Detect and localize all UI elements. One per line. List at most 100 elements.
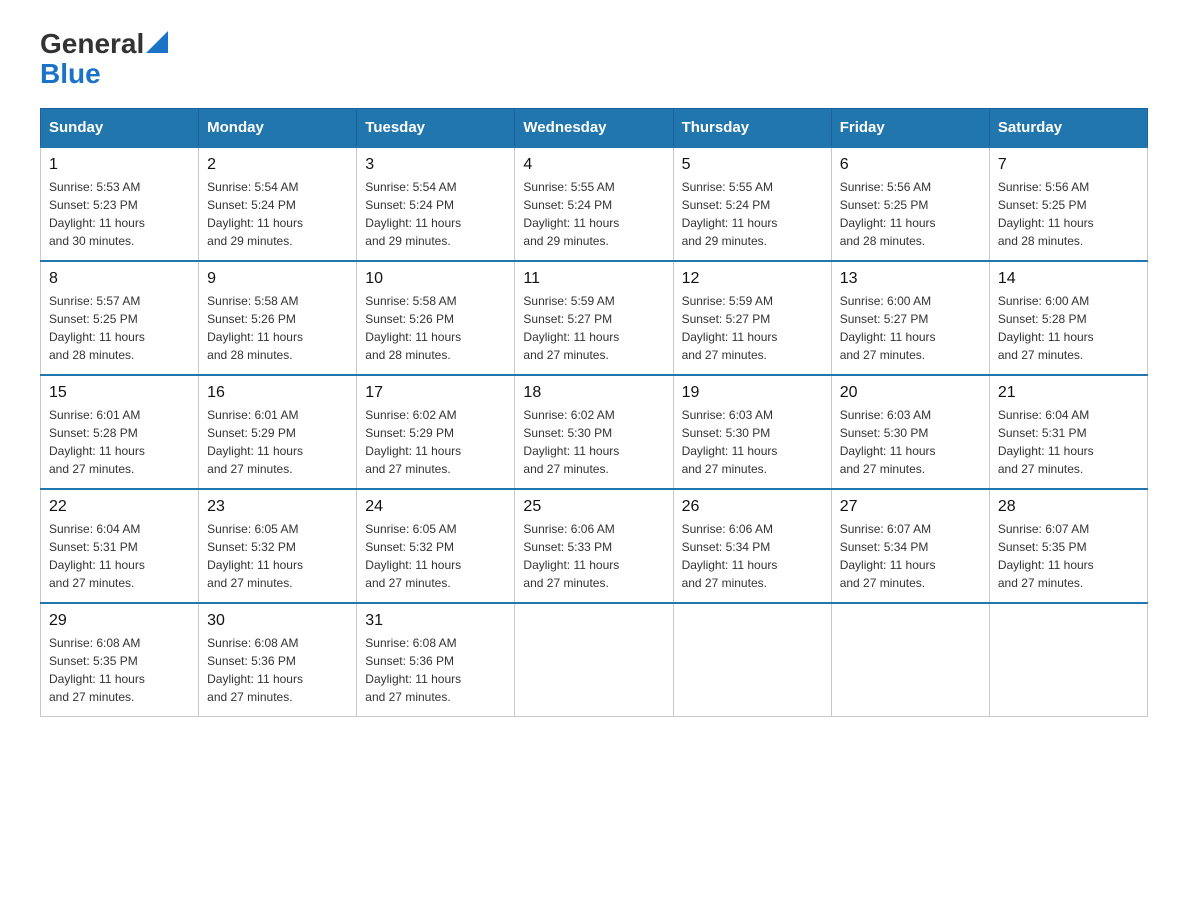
calendar-cell: 22 Sunrise: 6:04 AMSunset: 5:31 PMDayligh… bbox=[41, 489, 199, 603]
column-header-sunday: Sunday bbox=[41, 109, 199, 148]
day-info: Sunrise: 5:54 AMSunset: 5:24 PMDaylight:… bbox=[365, 178, 506, 250]
day-info: Sunrise: 6:00 AMSunset: 5:27 PMDaylight:… bbox=[840, 292, 981, 364]
day-info: Sunrise: 5:58 AMSunset: 5:26 PMDaylight:… bbox=[365, 292, 506, 364]
day-number: 3 bbox=[365, 156, 506, 174]
calendar-cell: 16 Sunrise: 6:01 AMSunset: 5:29 PMDayligh… bbox=[199, 375, 357, 489]
calendar-cell: 1 Sunrise: 5:53 AMSunset: 5:23 PMDaylight… bbox=[41, 147, 199, 261]
day-number: 18 bbox=[523, 384, 664, 402]
day-info: Sunrise: 5:57 AMSunset: 5:25 PMDaylight:… bbox=[49, 292, 190, 364]
day-number: 4 bbox=[523, 156, 664, 174]
day-number: 6 bbox=[840, 156, 981, 174]
day-info: Sunrise: 6:06 AMSunset: 5:33 PMDaylight:… bbox=[523, 520, 664, 592]
day-info: Sunrise: 6:07 AMSunset: 5:35 PMDaylight:… bbox=[998, 520, 1139, 592]
calendar-cell: 24 Sunrise: 6:05 AMSunset: 5:32 PMDayligh… bbox=[357, 489, 515, 603]
calendar-cell: 27 Sunrise: 6:07 AMSunset: 5:34 PMDayligh… bbox=[831, 489, 989, 603]
column-header-tuesday: Tuesday bbox=[357, 109, 515, 148]
calendar-cell bbox=[831, 603, 989, 717]
calendar-cell: 18 Sunrise: 6:02 AMSunset: 5:30 PMDayligh… bbox=[515, 375, 673, 489]
calendar-week-row: 29Sunrise: 6:08 AMSunset: 5:35 PMDayligh… bbox=[41, 603, 1148, 717]
calendar-cell: 26Sunrise: 6:06 AMSunset: 5:34 PMDayligh… bbox=[673, 489, 831, 603]
calendar-cell: 19 Sunrise: 6:03 AMSunset: 5:30 PMDayligh… bbox=[673, 375, 831, 489]
calendar-cell: 8 Sunrise: 5:57 AMSunset: 5:25 PMDaylight… bbox=[41, 261, 199, 375]
calendar-cell: 3 Sunrise: 5:54 AMSunset: 5:24 PMDaylight… bbox=[357, 147, 515, 261]
calendar-cell: 11Sunrise: 5:59 AMSunset: 5:27 PMDayligh… bbox=[515, 261, 673, 375]
logo-general-text: General bbox=[40, 30, 144, 58]
day-info: Sunrise: 6:08 AMSunset: 5:36 PMDaylight:… bbox=[365, 634, 506, 706]
calendar-cell bbox=[515, 603, 673, 717]
day-info: Sunrise: 5:54 AMSunset: 5:24 PMDaylight:… bbox=[207, 178, 348, 250]
calendar-cell: 29Sunrise: 6:08 AMSunset: 5:35 PMDayligh… bbox=[41, 603, 199, 717]
day-info: Sunrise: 5:56 AMSunset: 5:25 PMDaylight:… bbox=[998, 178, 1139, 250]
day-number: 26 bbox=[682, 498, 823, 516]
day-info: Sunrise: 6:04 AMSunset: 5:31 PMDaylight:… bbox=[49, 520, 190, 592]
day-info: Sunrise: 6:08 AMSunset: 5:36 PMDaylight:… bbox=[207, 634, 348, 706]
day-number: 11 bbox=[523, 270, 664, 288]
day-info: Sunrise: 6:07 AMSunset: 5:34 PMDaylight:… bbox=[840, 520, 981, 592]
day-number: 22 bbox=[49, 498, 190, 516]
column-header-saturday: Saturday bbox=[989, 109, 1147, 148]
day-info: Sunrise: 6:02 AMSunset: 5:29 PMDaylight:… bbox=[365, 406, 506, 478]
day-number: 16 bbox=[207, 384, 348, 402]
calendar-cell: 7 Sunrise: 5:56 AMSunset: 5:25 PMDaylight… bbox=[989, 147, 1147, 261]
calendar-week-row: 1 Sunrise: 5:53 AMSunset: 5:23 PMDaylight… bbox=[41, 147, 1148, 261]
day-number: 9 bbox=[207, 270, 348, 288]
day-number: 10 bbox=[365, 270, 506, 288]
day-info: Sunrise: 6:02 AMSunset: 5:30 PMDaylight:… bbox=[523, 406, 664, 478]
day-number: 27 bbox=[840, 498, 981, 516]
calendar-cell: 21 Sunrise: 6:04 AMSunset: 5:31 PMDayligh… bbox=[989, 375, 1147, 489]
calendar-cell bbox=[673, 603, 831, 717]
day-info: Sunrise: 6:05 AMSunset: 5:32 PMDaylight:… bbox=[207, 520, 348, 592]
day-info: Sunrise: 6:00 AMSunset: 5:28 PMDaylight:… bbox=[998, 292, 1139, 364]
day-number: 8 bbox=[49, 270, 190, 288]
day-number: 14 bbox=[998, 270, 1139, 288]
day-number: 30 bbox=[207, 612, 348, 630]
day-info: Sunrise: 6:03 AMSunset: 5:30 PMDaylight:… bbox=[682, 406, 823, 478]
calendar-cell: 17 Sunrise: 6:02 AMSunset: 5:29 PMDayligh… bbox=[357, 375, 515, 489]
calendar-cell: 15Sunrise: 6:01 AMSunset: 5:28 PMDayligh… bbox=[41, 375, 199, 489]
calendar-cell: 28 Sunrise: 6:07 AMSunset: 5:35 PMDayligh… bbox=[989, 489, 1147, 603]
column-header-wednesday: Wednesday bbox=[515, 109, 673, 148]
day-number: 25 bbox=[523, 498, 664, 516]
calendar-header-row: SundayMondayTuesdayWednesdayThursdayFrid… bbox=[41, 109, 1148, 148]
calendar-cell: 14 Sunrise: 6:00 AMSunset: 5:28 PMDayligh… bbox=[989, 261, 1147, 375]
calendar-cell: 4 Sunrise: 5:55 AMSunset: 5:24 PMDaylight… bbox=[515, 147, 673, 261]
calendar-cell: 5Sunrise: 5:55 AMSunset: 5:24 PMDaylight… bbox=[673, 147, 831, 261]
calendar-cell bbox=[989, 603, 1147, 717]
column-header-monday: Monday bbox=[199, 109, 357, 148]
day-number: 2 bbox=[207, 156, 348, 174]
day-info: Sunrise: 6:03 AMSunset: 5:30 PMDaylight:… bbox=[840, 406, 981, 478]
logo: General Blue bbox=[40, 30, 168, 88]
day-number: 29 bbox=[49, 612, 190, 630]
calendar-cell: 25 Sunrise: 6:06 AMSunset: 5:33 PMDayligh… bbox=[515, 489, 673, 603]
day-number: 7 bbox=[998, 156, 1139, 174]
day-info: Sunrise: 5:58 AMSunset: 5:26 PMDaylight:… bbox=[207, 292, 348, 364]
calendar-week-row: 22 Sunrise: 6:04 AMSunset: 5:31 PMDayligh… bbox=[41, 489, 1148, 603]
calendar-cell: 20 Sunrise: 6:03 AMSunset: 5:30 PMDayligh… bbox=[831, 375, 989, 489]
day-info: Sunrise: 6:05 AMSunset: 5:32 PMDaylight:… bbox=[365, 520, 506, 592]
calendar-table: SundayMondayTuesdayWednesdayThursdayFrid… bbox=[40, 108, 1148, 717]
day-number: 23 bbox=[207, 498, 348, 516]
day-number: 12 bbox=[682, 270, 823, 288]
calendar-cell: 13Sunrise: 6:00 AMSunset: 5:27 PMDayligh… bbox=[831, 261, 989, 375]
day-number: 21 bbox=[998, 384, 1139, 402]
day-number: 15 bbox=[49, 384, 190, 402]
calendar-cell: 12 Sunrise: 5:59 AMSunset: 5:27 PMDayligh… bbox=[673, 261, 831, 375]
day-info: Sunrise: 5:55 AMSunset: 5:24 PMDaylight:… bbox=[523, 178, 664, 250]
day-number: 17 bbox=[365, 384, 506, 402]
column-header-friday: Friday bbox=[831, 109, 989, 148]
day-number: 24 bbox=[365, 498, 506, 516]
logo-triangle-icon bbox=[146, 31, 168, 53]
day-info: Sunrise: 5:53 AMSunset: 5:23 PMDaylight:… bbox=[49, 178, 190, 250]
day-number: 20 bbox=[840, 384, 981, 402]
calendar-week-row: 15Sunrise: 6:01 AMSunset: 5:28 PMDayligh… bbox=[41, 375, 1148, 489]
calendar-cell: 30 Sunrise: 6:08 AMSunset: 5:36 PMDayligh… bbox=[199, 603, 357, 717]
day-number: 28 bbox=[998, 498, 1139, 516]
day-info: Sunrise: 6:01 AMSunset: 5:29 PMDaylight:… bbox=[207, 406, 348, 478]
logo-blue-text: Blue bbox=[40, 60, 101, 88]
day-info: Sunrise: 6:04 AMSunset: 5:31 PMDaylight:… bbox=[998, 406, 1139, 478]
day-number: 1 bbox=[49, 156, 190, 174]
calendar-cell: 2 Sunrise: 5:54 AMSunset: 5:24 PMDaylight… bbox=[199, 147, 357, 261]
day-number: 19 bbox=[682, 384, 823, 402]
day-info: Sunrise: 5:59 AMSunset: 5:27 PMDaylight:… bbox=[682, 292, 823, 364]
day-info: Sunrise: 5:55 AMSunset: 5:24 PMDaylight:… bbox=[682, 178, 823, 250]
